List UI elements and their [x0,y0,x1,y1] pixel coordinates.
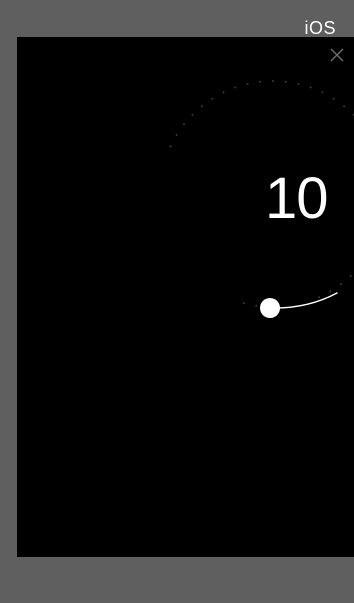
device-frame: iOS 10 [0,0,354,603]
dial-dot [183,123,185,126]
dial-dot [309,86,312,89]
dial-progress-arc [269,292,338,309]
timer-screen: 10 [17,37,354,557]
dial-dot [284,80,287,83]
dial-dot [259,80,262,83]
dial-dot [349,275,352,277]
dial-dot [343,105,346,108]
dial-dot [340,283,342,286]
dial-dot [332,97,335,100]
platform-label: iOS [304,18,336,38]
dial-dot [297,82,300,85]
dial-dot [211,97,214,100]
dial-dot [222,91,225,94]
dial-dot [191,113,194,116]
dial-dot [321,91,324,94]
dial-dot [246,82,249,85]
dial-dot [200,105,203,108]
dial-dot [175,134,178,136]
dial-knob[interactable] [260,298,280,318]
dial-dot [272,80,274,82]
dial-dot [255,304,258,307]
timer-dial[interactable] [17,37,354,557]
dial-dot [329,290,332,293]
timer-value: 10 [265,166,329,231]
dial-dot [169,145,172,148]
dial-dot [234,86,237,89]
dial-dot [318,296,320,299]
dial-dot [242,302,245,305]
